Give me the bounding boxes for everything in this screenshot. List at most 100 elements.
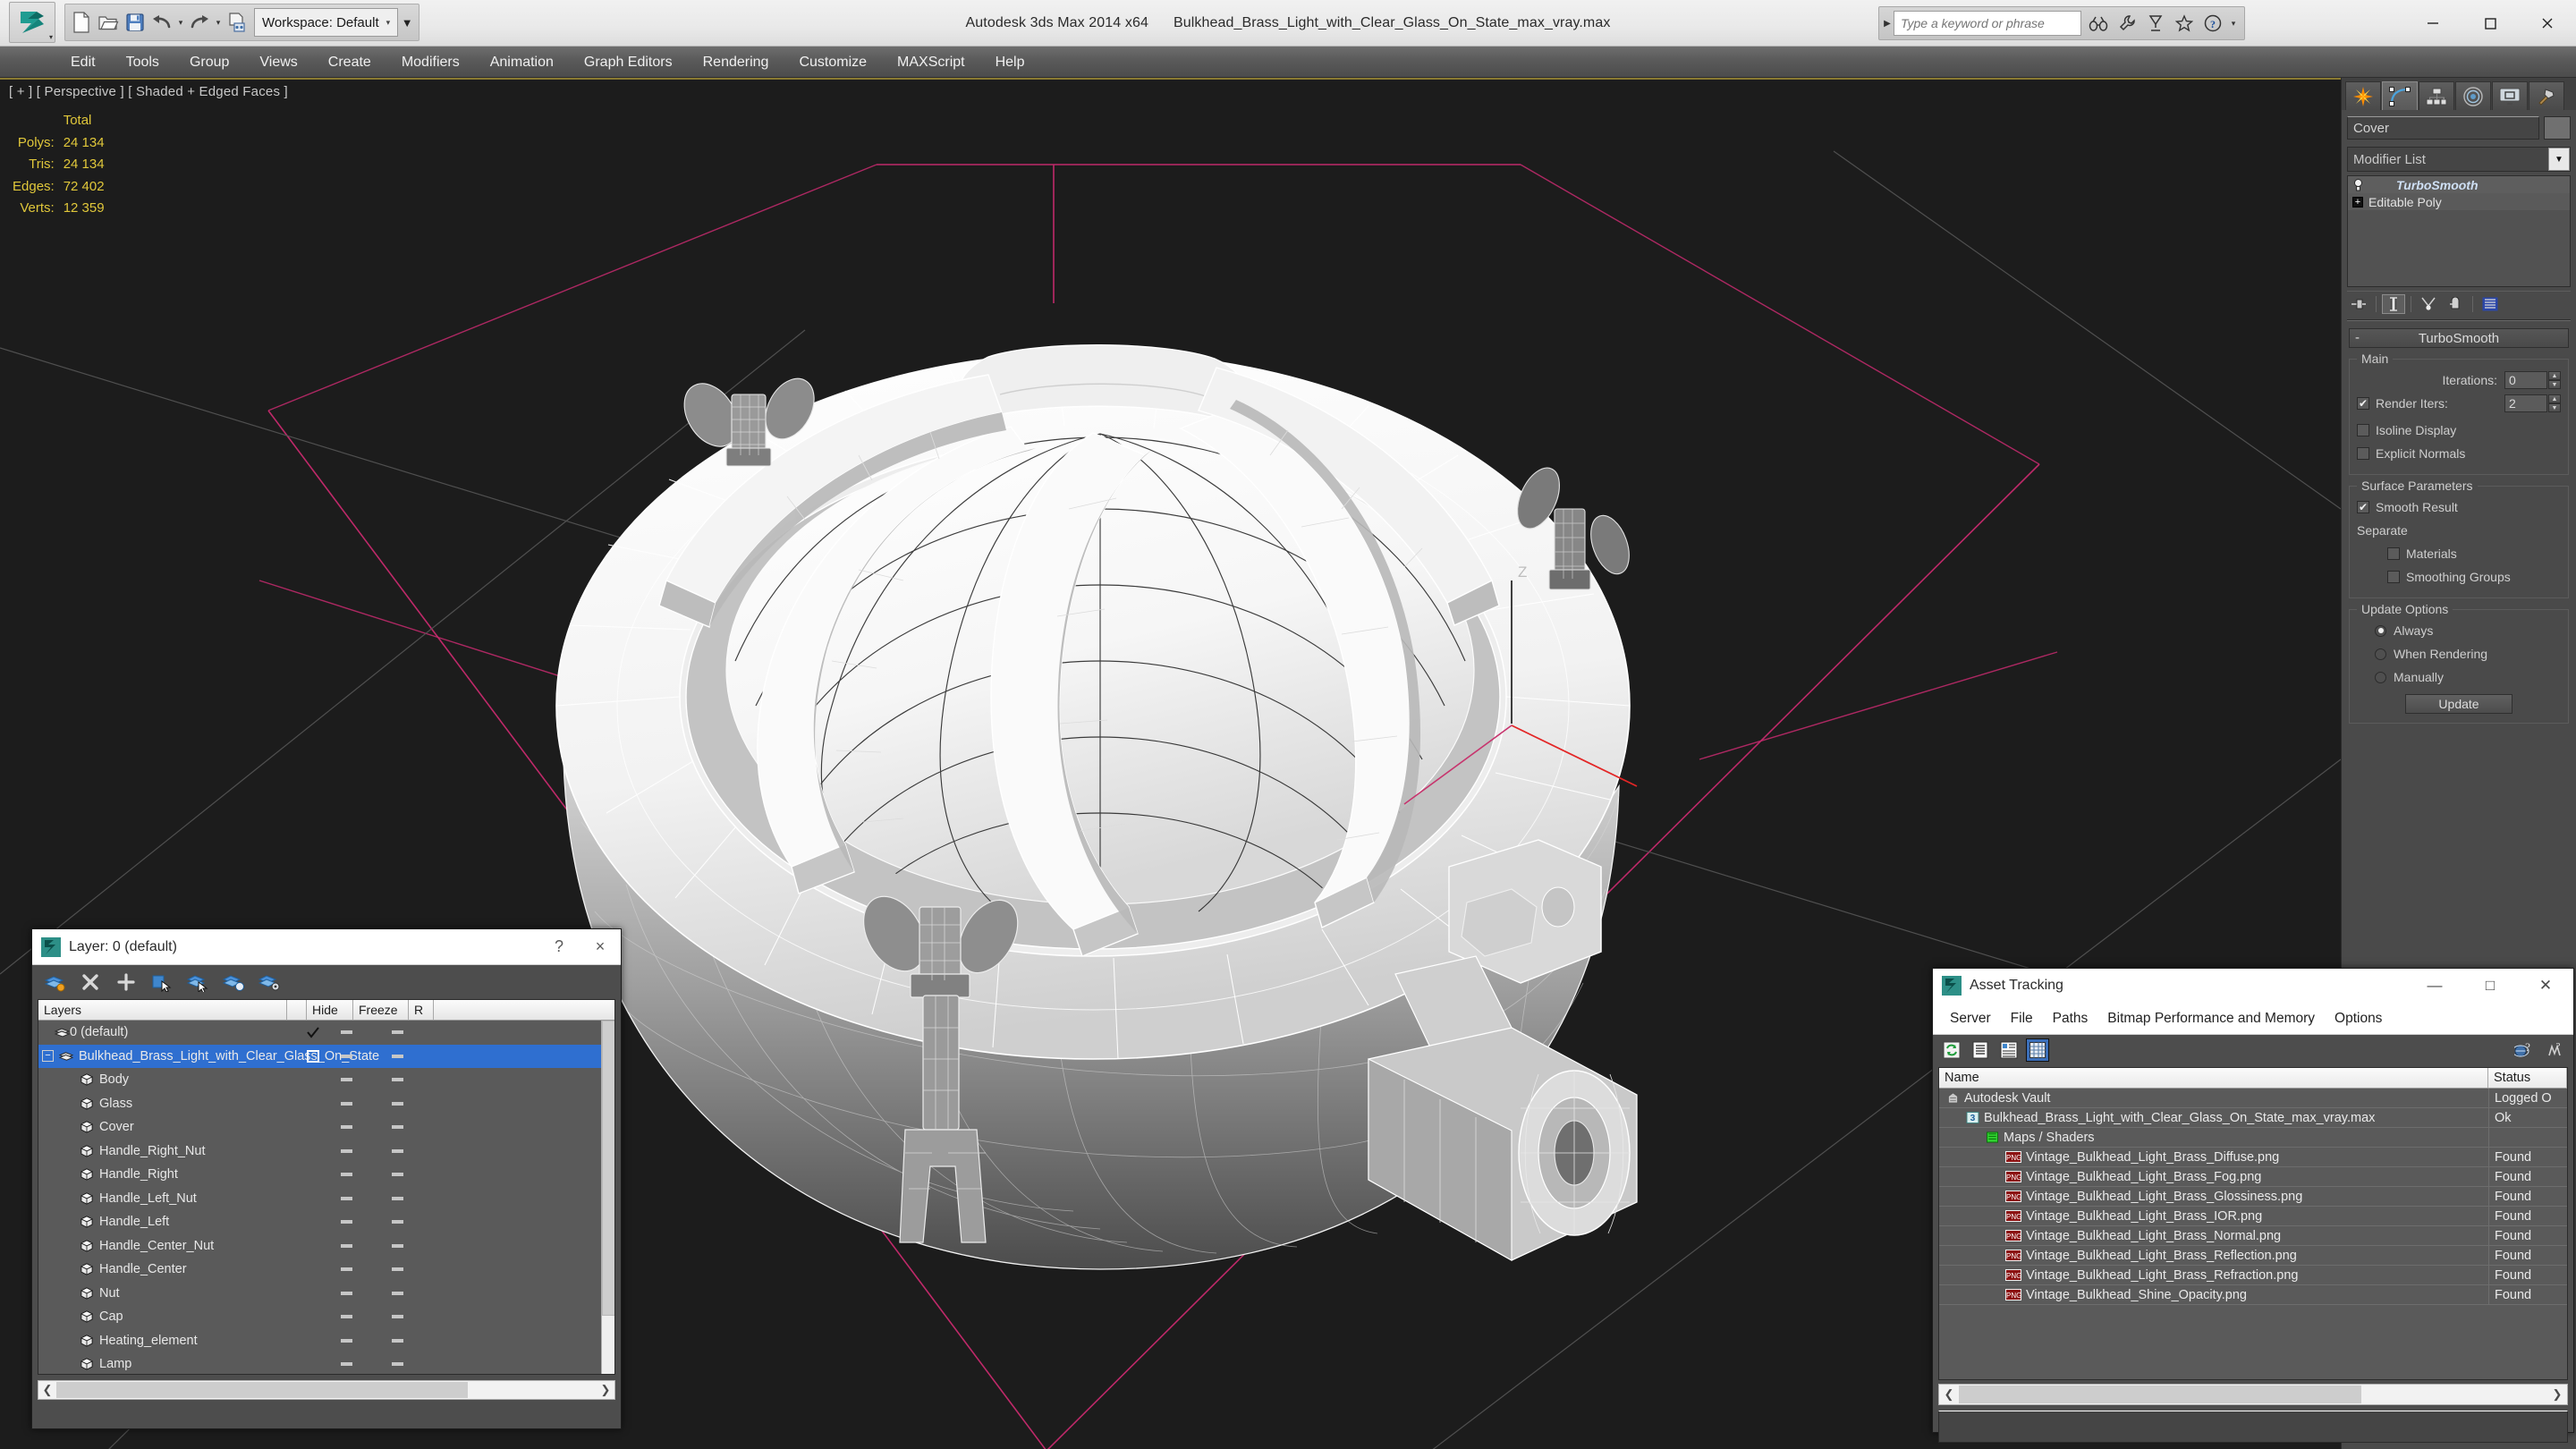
make-unique-button[interactable] (2417, 294, 2440, 314)
motion-tab[interactable] (2455, 81, 2491, 110)
layer-list-scrollbar[interactable] (601, 1021, 614, 1374)
layer-hide-toggle[interactable] (323, 1291, 369, 1295)
asset-list-hscrollbar[interactable]: ❮ ❯ (1938, 1384, 2568, 1405)
asset-row[interactable]: PNG Vintage_Bulkhead_Light_Brass_Fog.png F… (1939, 1166, 2567, 1187)
open-file-button[interactable] (95, 7, 122, 38)
menu-group[interactable]: Group (174, 47, 244, 78)
help-button[interactable]: ? (2199, 10, 2226, 37)
menu-help[interactable]: Help (980, 47, 1040, 78)
plus-box-icon[interactable]: + (2352, 196, 2363, 208)
asset-row[interactable]: PNG Vintage_Bulkhead_Light_Brass_Diffuse.… (1939, 1147, 2567, 1167)
layer-dialog-close-button[interactable]: × (580, 929, 621, 965)
grid-view-button[interactable] (2026, 1038, 2049, 1062)
remove-modifier-button[interactable] (2444, 294, 2467, 314)
scroll-left-icon[interactable]: ❮ (38, 1383, 56, 1397)
asset-row[interactable]: PNG Vintage_Bulkhead_Light_Brass_IOR.png F… (1939, 1206, 2567, 1226)
menu-maxscript[interactable]: MAXScript (882, 47, 980, 78)
layer-hide-toggle[interactable] (323, 1243, 369, 1248)
menu-edit[interactable]: Edit (55, 47, 111, 78)
layer-row[interactable]: Handle_Right_Nut (38, 1140, 614, 1164)
radio-always[interactable]: Always (2357, 621, 2561, 640)
hscrollbar-thumb[interactable] (56, 1382, 468, 1398)
qat-overflow-button[interactable]: ▼ (398, 7, 416, 38)
render-iters-spinner[interactable]: ▲ ▼ (2548, 394, 2561, 412)
render-iters-input[interactable]: 2 (2504, 394, 2547, 412)
rollout-header[interactable]: - TurboSmooth (2349, 328, 2569, 348)
asset-row[interactable]: PNG Vintage_Bulkhead_Shine_Opacity.png Fou… (1939, 1284, 2567, 1305)
utilities-tab[interactable] (2529, 81, 2564, 110)
field-smoothing-groups[interactable]: Smoothing Groups (2357, 567, 2561, 587)
layer-freeze-toggle[interactable] (369, 1078, 425, 1082)
asset-menu-bitmap-performance[interactable]: Bitmap Performance and Memory (2097, 1003, 2325, 1035)
column-hide[interactable]: Hide (307, 1000, 353, 1020)
layer-row[interactable]: Body (38, 1068, 614, 1092)
asset-row[interactable]: Maps / Shaders (1939, 1127, 2567, 1148)
menu-tools[interactable]: Tools (111, 47, 174, 78)
layer-row[interactable]: Cover (38, 1115, 614, 1140)
asset-menu-options[interactable]: Options (2325, 1003, 2392, 1035)
asset-row[interactable]: 3 Bulkhead_Brass_Light_with_Clear_Glass_O… (1939, 1107, 2567, 1128)
layer-hide-toggle[interactable] (323, 1125, 369, 1130)
layer-hide-toggle[interactable] (323, 1030, 369, 1035)
add-selection-button[interactable] (220, 970, 247, 995)
layer-properties-button[interactable] (256, 970, 283, 995)
layer-freeze-toggle[interactable] (369, 1030, 425, 1035)
when-rendering-radio[interactable] (2375, 648, 2386, 660)
layer-freeze-toggle[interactable] (369, 1148, 425, 1153)
layer-hide-toggle[interactable] (323, 1054, 369, 1058)
layer-dialog[interactable]: Layer: 0 (default) ? × Layers Hide Freez… (31, 928, 622, 1429)
binoculars-button[interactable] (2085, 10, 2112, 37)
redo-button[interactable] (186, 7, 213, 38)
search-expand-icon[interactable]: ▶ (1881, 19, 1894, 29)
layer-freeze-toggle[interactable] (369, 1362, 425, 1367)
always-radio[interactable] (2375, 624, 2386, 637)
layer-dialog-help-button[interactable]: ? (538, 929, 580, 965)
asset-close-button[interactable]: ✕ (2518, 969, 2573, 1003)
modifier-stack[interactable]: TurboSmooth + Editable Poly (2347, 175, 2571, 287)
display-tab[interactable] (2492, 81, 2528, 110)
smoothing-groups-checkbox[interactable] (2387, 571, 2400, 583)
help-globe-button[interactable]: ? (2512, 1038, 2536, 1062)
workspace-selector[interactable]: Workspace: Default ▾ (254, 8, 399, 37)
layer-hide-toggle[interactable] (323, 1078, 369, 1082)
layer-hide-toggle[interactable] (323, 1362, 369, 1367)
layer-row[interactable]: Handle_Left (38, 1210, 614, 1234)
field-smooth-result[interactable]: ✔ Smooth Result (2357, 497, 2561, 517)
favorites-button[interactable] (2171, 10, 2198, 37)
refresh-button[interactable] (1940, 1038, 1963, 1062)
layer-hide-toggle[interactable] (323, 1338, 369, 1343)
help-dropdown-button[interactable]: ▾ (2228, 8, 2239, 38)
asset-tracking-dialog[interactable]: Asset Tracking — □ ✕ Server File Paths B… (1932, 968, 2574, 1443)
radio-manually[interactable]: Manually (2357, 667, 2561, 687)
column-freeze[interactable]: Freeze (353, 1000, 409, 1020)
layer-freeze-toggle[interactable] (369, 1315, 425, 1319)
object-name-field[interactable]: Cover (2347, 116, 2539, 140)
close-button[interactable] (2519, 0, 2576, 47)
wrench-button[interactable] (2114, 10, 2140, 37)
layer-freeze-toggle[interactable] (369, 1338, 425, 1343)
layer-freeze-toggle[interactable] (369, 1267, 425, 1272)
asset-row[interactable]: PNG Vintage_Bulkhead_Light_Brass_Normal.p… (1939, 1225, 2567, 1246)
layer-hide-toggle[interactable] (323, 1148, 369, 1153)
menu-customize[interactable]: Customize (784, 47, 882, 78)
new-file-button[interactable] (68, 7, 95, 38)
layer-hide-toggle[interactable] (323, 1220, 369, 1224)
smooth-result-checkbox[interactable]: ✔ (2357, 501, 2369, 513)
layer-row[interactable]: Glass (38, 1092, 614, 1116)
layer-freeze-toggle[interactable] (369, 1291, 425, 1295)
configure-sets-button[interactable] (2479, 294, 2502, 314)
layer-row[interactable]: Handle_Left_Nut (38, 1187, 614, 1211)
object-color-swatch[interactable] (2544, 116, 2571, 140)
materials-checkbox[interactable] (2387, 547, 2400, 560)
redo-dropdown-button[interactable]: ▾ (213, 7, 224, 38)
menu-graph-editors[interactable]: Graph Editors (569, 47, 688, 78)
collapse-expander-icon[interactable]: − (42, 1050, 54, 1063)
column-layers[interactable]: Layers (38, 1000, 287, 1020)
layer-row[interactable]: Nut (38, 1282, 614, 1306)
select-highlight-button[interactable] (184, 970, 211, 995)
layer-freeze-toggle[interactable] (369, 1054, 425, 1058)
save-file-button[interactable] (122, 7, 148, 38)
menu-rendering[interactable]: Rendering (688, 47, 784, 78)
rollout-collapse-icon[interactable]: - (2355, 330, 2360, 345)
scroll-right-icon[interactable]: ❯ (597, 1383, 614, 1397)
